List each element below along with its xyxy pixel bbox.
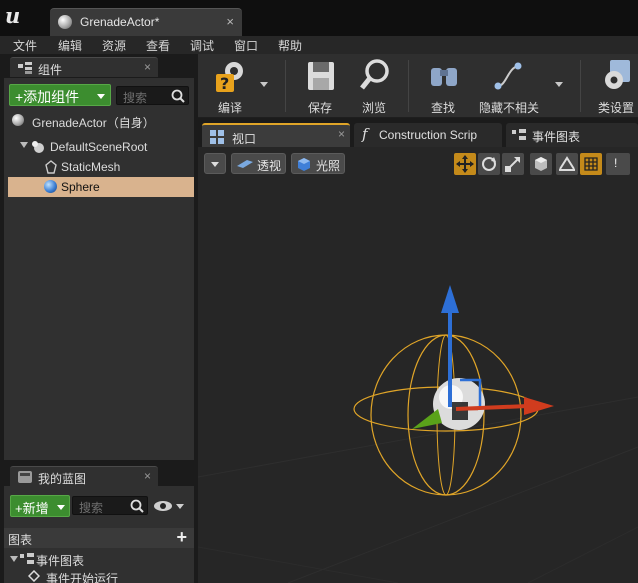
save-disk-icon (308, 62, 334, 90)
graphs-header-label: 图表 (8, 533, 33, 547)
event-icon (28, 570, 40, 582)
tree-item-default-scene-root[interactable]: DefaultSceneRoot (8, 137, 194, 157)
tab-construction-script[interactable]: f Construction Scrip (354, 123, 502, 147)
close-tab-icon[interactable]: × (226, 14, 234, 29)
tab-event-graph-label: 事件图表 (532, 130, 581, 144)
tree-item-sphere[interactable]: Sphere (8, 177, 194, 197)
components-panel: +添加组件 搜索 GrenadeActor（自身） DefaultSceneRo… (4, 78, 194, 460)
menu-view[interactable]: 查看 (146, 37, 170, 54)
toolbar-separator (285, 60, 286, 112)
find-button[interactable]: 查找 (415, 54, 471, 118)
blueprint-icon (18, 471, 32, 483)
self-root-label: GrenadeActor（自身） (32, 116, 155, 130)
menu-asset[interactable]: 资源 (102, 37, 126, 54)
add-component-button[interactable]: +添加组件 (9, 84, 111, 106)
hide-unrelated-label: 隐藏不相关 (478, 101, 539, 115)
menu-debug[interactable]: 调试 (190, 37, 214, 54)
compile-gear-icon: ? (216, 62, 243, 93)
tree-item-label: DefaultSceneRoot (50, 140, 148, 154)
chevron-down-icon (97, 94, 105, 99)
hide-unrelated-nodes-icon (494, 62, 522, 90)
add-component-label: +添加组件 (15, 89, 80, 105)
add-new-button[interactable]: +新增 (10, 495, 70, 517)
compile-button[interactable]: ? 编译 (202, 54, 258, 118)
function-icon: f (362, 125, 368, 143)
event-graph-item[interactable]: 事件图表 (4, 550, 194, 568)
graphs-section-header[interactable]: 图表 + (4, 527, 194, 548)
close-panel-icon[interactable]: × (144, 60, 151, 74)
blueprint-search-input[interactable]: 搜索 (72, 496, 148, 515)
tab-viewport[interactable]: 视口 (202, 123, 350, 147)
event-begin-play-item[interactable]: 事件开始运行 (4, 568, 194, 583)
add-graph-icon[interactable]: + (176, 527, 187, 548)
visibility-eye-icon[interactable] (153, 499, 187, 513)
search-icon (130, 499, 144, 513)
event-graph-label: 事件图表 (36, 554, 85, 568)
component-search-input[interactable]: 搜索 (116, 86, 189, 105)
unreal-logo-icon[interactable]: u (5, 3, 31, 29)
browse-label: 浏览 (361, 101, 386, 115)
tree-item-static-mesh[interactable]: StaticMesh (8, 157, 194, 177)
toolbar-separator (408, 60, 409, 112)
tree-item-label: Sphere (61, 180, 100, 194)
save-button[interactable]: 保存 (292, 54, 348, 118)
components-tab-label: 组件 (38, 63, 63, 77)
my-blueprint-panel: +新增 搜索 图表 + 事件图表 事件开始运行 (4, 486, 194, 583)
menu-file[interactable]: 文件 (13, 37, 37, 54)
hide-unrelated-chevron-icon[interactable] (555, 82, 563, 87)
viewport-icon (210, 130, 224, 144)
expand-arrow-icon[interactable] (20, 142, 28, 148)
search-icon (171, 89, 185, 103)
save-label: 保存 (307, 101, 332, 115)
expand-arrow-icon[interactable] (10, 556, 18, 562)
static-mesh-icon (45, 160, 57, 174)
find-binoculars-icon (431, 68, 457, 86)
toolbar-separator (580, 60, 581, 112)
my-blueprint-tab-label: 我的蓝图 (38, 472, 87, 486)
tab-event-graph[interactable]: 事件图表 (506, 123, 638, 147)
close-panel-icon[interactable]: × (144, 469, 151, 483)
svg-text:?: ? (220, 74, 229, 93)
menu-edit[interactable]: 编辑 (58, 37, 82, 54)
blueprint-sphere-icon (58, 15, 72, 29)
viewport[interactable]: 透视 光照 ! (198, 147, 638, 583)
close-tab-icon[interactable]: × (338, 127, 345, 141)
document-tab-label: GrenadeActor* (80, 15, 160, 29)
graph-icon (20, 553, 34, 564)
self-root-row[interactable]: GrenadeActor（自身） (8, 111, 194, 131)
menu-window[interactable]: 窗口 (234, 37, 258, 54)
compile-label: 编译 (217, 101, 242, 115)
add-new-label: +新增 (15, 501, 49, 516)
toolbar: ? 编译 保存 浏览 查找 隐藏不相关 类设置 (198, 54, 638, 118)
class-settings-button[interactable]: 类设置 (588, 54, 638, 118)
document-tab[interactable]: GrenadeActor* × (50, 8, 242, 36)
chevron-down-icon (57, 505, 65, 510)
menu-bar: 文件 编辑 资源 查看 调试 窗口 帮助 (0, 36, 638, 54)
class-settings-gear-icon (605, 60, 630, 89)
graph-icon (512, 129, 526, 140)
hide-unrelated-button[interactable]: 隐藏不相关 (474, 54, 544, 118)
editor-tab-bar: 视口 f Construction Scrip × 事件图表 (198, 121, 638, 147)
title-bar: u GrenadeActor* × (0, 0, 638, 36)
components-icon (18, 62, 32, 74)
tree-item-label: StaticMesh (61, 160, 121, 174)
sphere-icon (44, 180, 57, 193)
my-blueprint-tab[interactable]: 我的蓝图 × (10, 466, 158, 486)
search-placeholder: 搜索 (123, 91, 148, 105)
browse-magnifier-icon (360, 59, 389, 90)
tab-viewport-label: 视口 (232, 132, 257, 146)
browse-button[interactable]: 浏览 (346, 54, 402, 118)
find-label: 查找 (430, 101, 455, 115)
event-begin-label: 事件开始运行 (46, 572, 119, 583)
tab-construction-script-label: Construction Scrip (379, 128, 478, 142)
scene-root-icon (32, 141, 44, 153)
class-settings-label: 类设置 (597, 101, 634, 115)
sphere-collision-gizmo (353, 285, 554, 496)
components-tab[interactable]: 组件 × (10, 57, 158, 77)
compile-options-chevron-icon[interactable] (260, 82, 268, 87)
blueprint-sphere-icon (12, 114, 24, 126)
search-placeholder: 搜索 (79, 501, 104, 515)
menu-help[interactable]: 帮助 (278, 37, 302, 54)
